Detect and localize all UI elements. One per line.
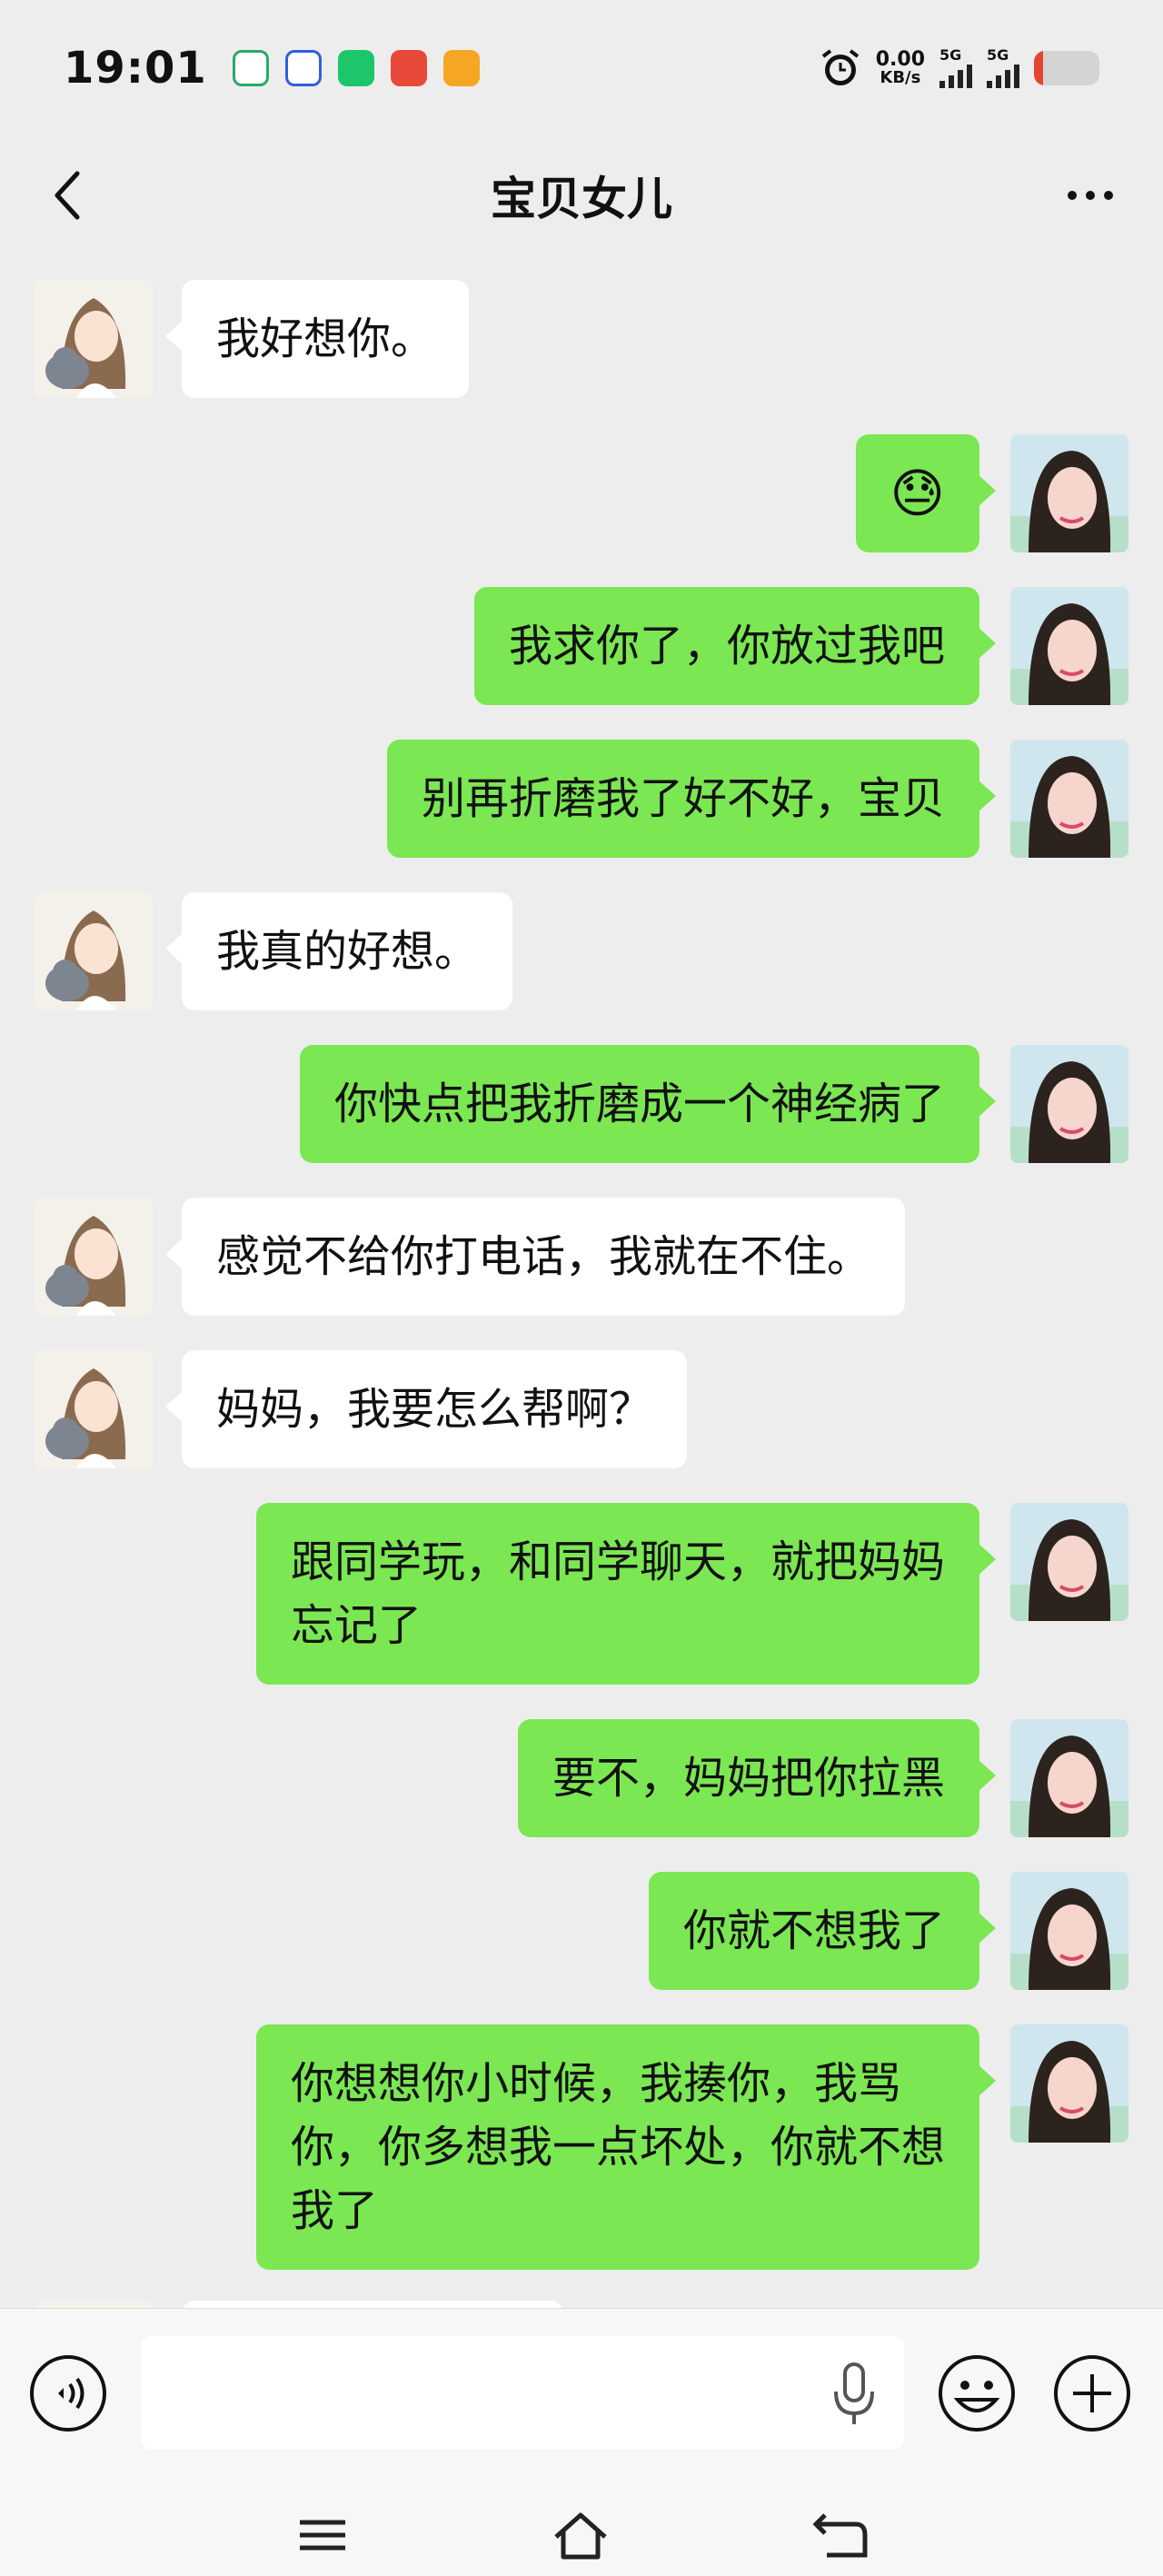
net-speed: 0.00 KB/s bbox=[876, 50, 925, 86]
home-icon bbox=[554, 2512, 607, 2560]
mother-avatar[interactable] bbox=[1010, 587, 1128, 705]
daughter-avatar[interactable] bbox=[35, 1198, 153, 1316]
message-bubble[interactable]: 你快点把我折磨成一个神经病了 bbox=[299, 1045, 997, 1163]
microphone-button[interactable] bbox=[827, 2359, 881, 2432]
game-app-icon bbox=[390, 50, 427, 86]
chat-header: 宝贝女儿 bbox=[0, 145, 1163, 245]
message-bubble[interactable]: 我真的好想。 bbox=[164, 892, 513, 1010]
video-app-icon bbox=[337, 50, 374, 86]
emoji-button[interactable] bbox=[936, 2352, 1018, 2434]
message-bubble[interactable]: 感觉不给你打电话，我就在不住。 bbox=[164, 1198, 906, 1316]
message-bubble[interactable]: 你想想你小时候，我揍你，我骂 你，你多想我一点坏处，你就不想 我了 bbox=[255, 2024, 997, 2270]
net-speed-unit: KB/s bbox=[880, 68, 921, 87]
input-bar bbox=[0, 2308, 1163, 2481]
message-bubble[interactable]: 别再折磨我了好不好，宝贝 bbox=[386, 740, 997, 858]
recent-apps-button[interactable] bbox=[291, 2508, 354, 2562]
alarm-icon bbox=[821, 49, 859, 85]
mother-avatar[interactable] bbox=[1010, 1719, 1128, 1837]
status-app-icons bbox=[232, 50, 480, 86]
daughter-avatar[interactable] bbox=[35, 280, 153, 398]
mother-avatar[interactable] bbox=[1010, 1045, 1128, 1163]
message-bubble-partial[interactable] bbox=[182, 2301, 563, 2308]
more-actions-button[interactable] bbox=[1051, 2352, 1133, 2434]
mother-avatar[interactable] bbox=[1010, 434, 1128, 552]
message-bubble[interactable]: 跟同学玩，和同学聊天，就把妈妈 忘记了 bbox=[255, 1503, 997, 1685]
status-bar: 19:01 0.00 KB/s 5G 5G bbox=[0, 0, 1163, 136]
message-bubble-emoji[interactable]: 😓 bbox=[855, 434, 997, 552]
message-bubble[interactable]: 妈妈，我要怎么帮啊？ bbox=[164, 1350, 688, 1468]
signal-sim1-icon: 5G bbox=[939, 46, 972, 88]
media-app-icon bbox=[442, 50, 480, 86]
sim2-label: 5G bbox=[987, 46, 1009, 64]
daughter-avatar[interactable] bbox=[35, 1350, 153, 1468]
menu-lines-icon bbox=[300, 2520, 345, 2551]
message-bubble[interactable]: 你就不想我了 bbox=[648, 1872, 997, 1990]
message-bubble[interactable]: 要不，妈妈把你拉黑 bbox=[517, 1719, 997, 1837]
smiley-icon bbox=[939, 2355, 1015, 2432]
net-speed-value: 0.00 bbox=[875, 48, 925, 71]
baidu-app-icon bbox=[284, 50, 322, 86]
chat-title: 宝贝女儿 bbox=[491, 173, 672, 225]
status-indicators: 0.00 KB/s 5G 5G bbox=[820, 46, 1099, 89]
system-nav-bar bbox=[0, 2481, 1163, 2576]
message-input[interactable] bbox=[141, 2336, 904, 2450]
microphone-icon bbox=[834, 2362, 874, 2424]
status-time: 19:01 bbox=[64, 43, 207, 94]
mother-avatar[interactable] bbox=[1010, 1872, 1128, 1990]
message-bubble[interactable]: 我好想你。 bbox=[164, 280, 470, 398]
more-options-button[interactable] bbox=[1054, 164, 1127, 227]
back-arrow-icon bbox=[812, 2513, 868, 2558]
message-list[interactable]: 我好想你。 😓 我求你了，你放过我吧 别再折磨我了好不好，宝贝 我真的好想。 你… bbox=[0, 273, 1163, 2308]
mother-avatar[interactable] bbox=[1010, 740, 1128, 858]
more-dot-icon bbox=[1086, 191, 1095, 200]
signal-sim2-icon: 5G bbox=[987, 46, 1019, 88]
daughter-avatar[interactable] bbox=[35, 892, 153, 1010]
mother-avatar[interactable] bbox=[1010, 1503, 1128, 1621]
daughter-avatar[interactable] bbox=[35, 2301, 153, 2308]
back-button[interactable] bbox=[36, 164, 100, 227]
sim1-label: 5G bbox=[939, 46, 962, 64]
battery-icon bbox=[1034, 51, 1099, 85]
plus-icon bbox=[1054, 2355, 1130, 2432]
voice-icon bbox=[30, 2355, 106, 2432]
mother-avatar[interactable] bbox=[1010, 2024, 1128, 2143]
more-dot-icon bbox=[1068, 191, 1077, 200]
voice-mode-button[interactable] bbox=[27, 2352, 109, 2434]
home-app-icon bbox=[232, 50, 269, 86]
message-bubble[interactable]: 我求你了，你放过我吧 bbox=[473, 587, 997, 705]
chevron-left-icon bbox=[55, 171, 80, 220]
back-nav-button[interactable] bbox=[809, 2508, 872, 2562]
home-button[interactable] bbox=[549, 2508, 612, 2562]
more-dot-icon bbox=[1104, 191, 1113, 200]
